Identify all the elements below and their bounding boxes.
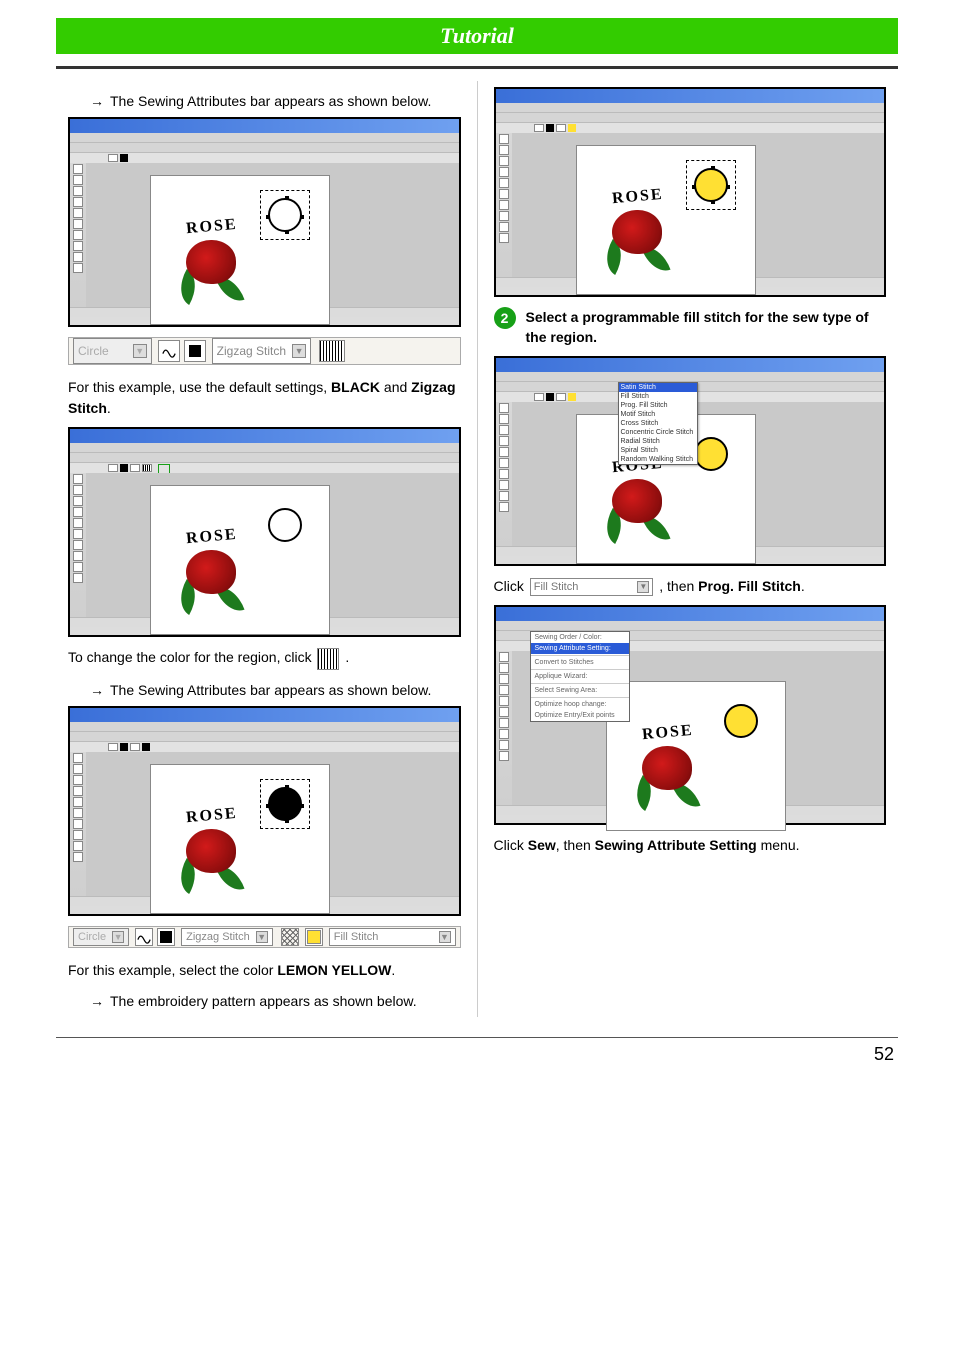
line-stitch-value: Zigzag Stitch [186,931,250,943]
region-color-button-icon [317,648,339,670]
chevron-down-icon: ▼ [439,931,451,943]
menu-item[interactable]: Satin Stitch [619,383,697,392]
screenshot-stitch-dropdown: Satin Stitch Fill Stitch Prog. Fill Stit… [494,356,887,566]
rose-label: ROSE [641,721,694,743]
screenshot-sew-menu: Sewing Order / Color: Sewing Attribute S… [494,605,887,825]
line-sew-toggle-icon[interactable] [135,928,153,946]
sewing-attributes-bar-1: Circle ▼ Zigzag Stitch ▼ [68,337,461,365]
menu-item[interactable]: Prog. Fill Stitch [619,401,697,410]
chevron-down-icon: ▼ [292,344,306,358]
header-rule [56,66,898,69]
menu-item[interactable]: Concentric Circle Stitch [619,428,697,437]
line-sew-toggle-icon[interactable] [158,340,180,362]
region-sew-toggle-icon[interactable] [281,928,299,946]
result-note-2-text: The Sewing Attributes bar appears as sho… [110,680,461,700]
line-stitch-dropdown[interactable]: Zigzag Stitch ▼ [181,928,273,946]
menu-item[interactable]: Applique Wizard: [531,671,629,682]
para-lemon-yellow: For this example, select the color LEMON… [68,960,461,981]
menu-item[interactable]: Convert to Stitches [531,657,629,668]
menu-item[interactable]: Optimize Entry/Exit points [531,710,629,721]
sewing-attributes-bar-2: Circle ▼ Zigzag Stitch ▼ Fill Stitch ▼ [68,926,461,948]
region-stitch-value: Fill Stitch [334,931,379,943]
line-type-dropdown[interactable]: Circle ▼ [73,928,129,946]
line-color-button[interactable] [157,928,175,946]
result-note-3-text: The embroidery pattern appears as shown … [110,991,461,1011]
menu-item[interactable]: Sewing Attribute Setting: [531,643,629,654]
line-type-value: Circle [78,344,109,358]
menu-item[interactable]: Sewing Order / Color: [531,632,629,643]
para-default-settings: For this example, use the default settin… [68,377,461,419]
step-badge: 2 [494,307,516,329]
result-note-1-text: The Sewing Attributes bar appears as sho… [110,91,461,111]
menu-item[interactable]: Motif Stitch [619,410,697,419]
result-note-3: → The embroidery pattern appears as show… [90,991,461,1011]
menu-item[interactable]: Select Sewing Area: [531,685,629,696]
stitch-type-menu[interactable]: Satin Stitch Fill Stitch Prog. Fill Stit… [618,382,698,465]
para-click-fill-stitch: Click Fill Stitch▼ , then Prog. Fill Sti… [494,576,887,597]
menu-item[interactable]: Spiral Stitch [619,446,697,455]
fill-stitch-dropdown-inline[interactable]: Fill Stitch▼ [530,578,654,596]
region-color-button[interactable] [305,928,323,946]
screenshot-green-highlight: ROSE [68,427,461,637]
chevron-down-icon: ▼ [112,931,124,943]
arrow-icon: → [90,680,104,700]
menu-item[interactable]: Optimize hoop change: [531,699,629,710]
region-stitch-dropdown[interactable]: Fill Stitch ▼ [329,928,456,946]
region-sew-toggle-icon[interactable] [319,340,345,362]
rose-label: ROSE [185,216,238,238]
page-number: 52 [56,1038,898,1065]
arrow-icon: → [90,991,104,1011]
menu-item[interactable]: Random Walking Stitch [619,455,697,464]
line-type-value: Circle [78,931,106,943]
rose-label: ROSE [185,805,238,827]
result-note-1: → The Sewing Attributes bar appears as s… [90,91,461,111]
chevron-down-icon: ▼ [637,581,649,593]
step-2-text: Select a programmable fill stitch for th… [526,307,887,348]
chapter-header: Tutorial [56,18,898,54]
line-stitch-value: Zigzag Stitch [217,344,286,358]
menu-item[interactable]: Radial Stitch [619,437,697,446]
screenshot-black-fill: ROSE [68,706,461,916]
line-stitch-dropdown[interactable]: Zigzag Stitch ▼ [212,338,311,364]
menu-item[interactable]: Cross Stitch [619,419,697,428]
screenshot-yellow-fill: ROSE [494,87,887,297]
chapter-title: Tutorial [440,23,514,49]
para-click-sew-menu: Click Sew, then Sewing Attribute Setting… [494,835,887,856]
line-type-dropdown[interactable]: Circle ▼ [73,338,152,364]
rose-label: ROSE [611,186,664,208]
left-column: → The Sewing Attributes bar appears as s… [56,81,473,1017]
para-change-region-color: To change the color for the region, clic… [68,647,461,669]
arrow-icon: → [90,91,104,111]
rose-label: ROSE [185,526,238,548]
line-color-button[interactable] [184,340,206,362]
menu-item[interactable]: Fill Stitch [619,392,697,401]
result-note-2: → The Sewing Attributes bar appears as s… [90,680,461,700]
sew-menu-panel[interactable]: Sewing Order / Color: Sewing Attribute S… [530,631,630,722]
column-divider [477,81,478,1017]
chevron-down-icon: ▼ [256,931,268,943]
step-2: 2 Select a programmable fill stitch for … [494,307,887,348]
screenshot-rose-outline: ROSE [68,117,461,327]
chevron-down-icon: ▼ [133,344,147,358]
right-column: ROSE 2 Select a programmable fill stitch… [482,81,899,1017]
